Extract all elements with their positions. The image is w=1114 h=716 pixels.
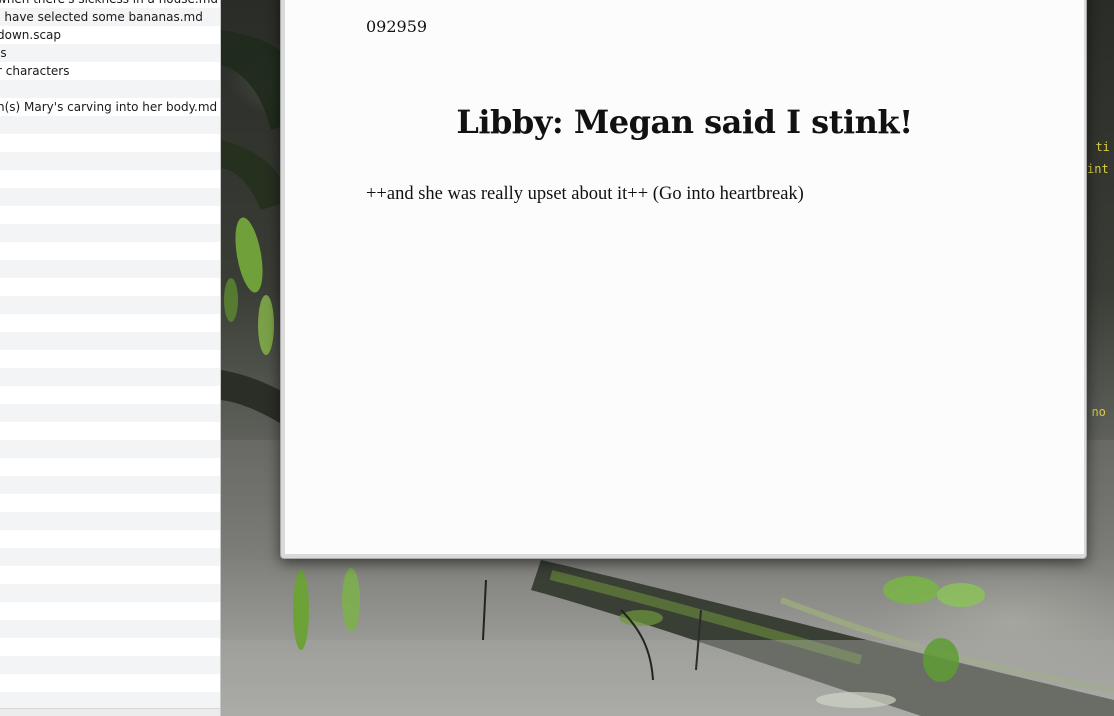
file-list-item[interactable] bbox=[0, 368, 220, 386]
file-list-item[interactable] bbox=[0, 566, 220, 584]
file-list-item[interactable]: n(s) Mary's carving into her body.md bbox=[0, 98, 220, 116]
file-list-item[interactable] bbox=[0, 674, 220, 692]
background-code-text: int bbox=[1087, 162, 1109, 176]
file-list-item[interactable] bbox=[0, 206, 220, 224]
file-list-item[interactable] bbox=[0, 80, 220, 98]
file-list-item[interactable] bbox=[0, 188, 220, 206]
file-list-item[interactable] bbox=[0, 296, 220, 314]
file-list-item[interactable] bbox=[0, 224, 220, 242]
file-list-item[interactable] bbox=[0, 386, 220, 404]
file-list-item[interactable]: when there's sickness in a house.md bbox=[0, 0, 220, 8]
file-list-item[interactable]: down.scap bbox=[0, 26, 220, 44]
file-list-item[interactable] bbox=[0, 512, 220, 530]
document-page[interactable]: 092959 Libby: Megan said I stink! ++and … bbox=[285, 0, 1084, 554]
file-list-item[interactable] bbox=[0, 440, 220, 458]
file-list-item[interactable] bbox=[0, 584, 220, 602]
file-list-item[interactable] bbox=[0, 350, 220, 368]
file-list-item[interactable]: r characters bbox=[0, 62, 220, 80]
file-list-item[interactable] bbox=[0, 656, 220, 674]
file-list-item[interactable] bbox=[0, 152, 220, 170]
file-list-item[interactable] bbox=[0, 620, 220, 638]
file-list-item[interactable] bbox=[0, 422, 220, 440]
document-body-text: ++and she was really upset about it++ (G… bbox=[366, 184, 804, 204]
document-window[interactable]: 092959 Libby: Megan said I stink! ++and … bbox=[280, 0, 1087, 559]
file-list-item[interactable] bbox=[0, 494, 220, 512]
file-list-item[interactable] bbox=[0, 638, 220, 656]
file-list-bottom-bar bbox=[0, 708, 220, 716]
file-list-item[interactable] bbox=[0, 260, 220, 278]
file-list-rows: when there's sickness in a house.mdI hav… bbox=[0, 0, 220, 716]
file-list-item[interactable] bbox=[0, 602, 220, 620]
file-list-item[interactable]: I have selected some bananas.md bbox=[0, 8, 220, 26]
document-id-line: 092959 bbox=[366, 17, 428, 36]
file-list-item[interactable] bbox=[0, 278, 220, 296]
file-list-item[interactable] bbox=[0, 134, 220, 152]
file-list-item[interactable] bbox=[0, 404, 220, 422]
file-list-item[interactable] bbox=[0, 476, 220, 494]
file-list-item[interactable] bbox=[0, 170, 220, 188]
file-list-item[interactable] bbox=[0, 314, 220, 332]
file-list-item[interactable] bbox=[0, 530, 220, 548]
file-list-item[interactable] bbox=[0, 458, 220, 476]
document-heading: Libby: Megan said I stink! bbox=[456, 103, 913, 141]
file-list-item[interactable] bbox=[0, 242, 220, 260]
file-list-panel[interactable]: when there's sickness in a house.mdI hav… bbox=[0, 0, 221, 716]
file-list-item[interactable] bbox=[0, 548, 220, 566]
file-list-item[interactable] bbox=[0, 332, 220, 350]
desktop-screen: when there's sickness in a house.mdI hav… bbox=[0, 0, 1114, 716]
file-list-item[interactable] bbox=[0, 116, 220, 134]
file-list-item[interactable]: ls bbox=[0, 44, 220, 62]
